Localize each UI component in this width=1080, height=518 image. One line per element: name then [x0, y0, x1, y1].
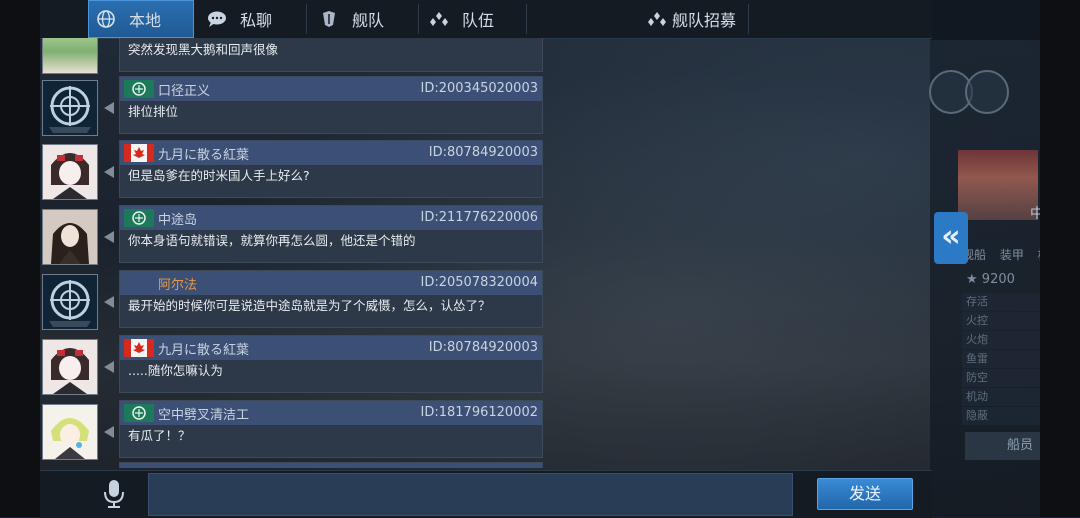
sender-name[interactable]: 空中劈叉清洁工 — [158, 404, 249, 423]
chat-message-list[interactable]: 突然发现黑大鹅和回声很像 口径正义 ID:200345020003 排位排位 九… — [40, 38, 545, 468]
bubble-pointer — [104, 296, 114, 308]
flag-icon — [124, 80, 154, 98]
stat-label: 隐蔽 — [966, 409, 988, 422]
message-header: 九月に散る紅葉 ID:80784920003 — [120, 336, 542, 360]
sender-id: ID:80784920003 — [428, 340, 538, 355]
flag-icon — [124, 339, 154, 357]
star-icon: ★ — [966, 272, 978, 287]
avatar[interactable] — [42, 80, 98, 136]
sender-name[interactable]: 九月に散る紅葉 — [158, 339, 249, 358]
sender-id: ID:205078320004 — [420, 275, 538, 290]
rating-value: 9200 — [981, 272, 1015, 287]
send-button[interactable]: 发送 — [817, 478, 913, 510]
sender-id: ID:200345020003 — [420, 81, 538, 96]
message-header: 阿尔法 ID:205078320004 — [120, 271, 542, 295]
sender-id: ID:211776220006 — [420, 210, 538, 225]
tab-fleet[interactable]: 舰队 — [318, 0, 418, 38]
message-bubble: 口径正义 ID:200345020003 排位排位 — [119, 76, 543, 134]
chat-message: 口径正义 ID:200345020003 排位排位 — [40, 76, 545, 136]
message-header: 口径正义 ID:200345020003 — [120, 77, 542, 101]
stat-label: 鱼雷 — [966, 352, 988, 365]
stat-label: 机动 — [966, 390, 988, 403]
message-text: 你本身语句就错误，就算你再怎么圆，他还是个错的 — [128, 233, 416, 248]
message-bubble: 空中劈叉清洁工 ID:181796120002 有瓜了！？ — [119, 400, 543, 458]
fleet-icon — [318, 8, 340, 30]
tab-label: 舰队招募 — [672, 11, 737, 30]
avatar[interactable] — [42, 38, 98, 74]
tab-fleet-recruit[interactable]: 舰队招募 — [646, 0, 766, 38]
message-header: 九月に散る紅葉 ID:80784920003 — [120, 141, 542, 165]
tab-private[interactable]: 私聊 — [206, 0, 306, 38]
left-edge — [0, 0, 40, 517]
tab-label: 舰队 — [352, 11, 385, 30]
team-icon — [428, 8, 450, 30]
ship-image — [958, 150, 1038, 220]
chat-message: 九月に散る紅葉 ID:80784920003 但是岛爹在的时米国人手上好么? — [40, 140, 545, 200]
right-edge — [1040, 0, 1080, 517]
chat-message: 九月に散る紅葉 ID:80784920003 .....随你怎嘛认为 — [40, 335, 545, 395]
tab-label: 私聊 — [240, 11, 273, 30]
avatar[interactable] — [42, 274, 98, 330]
chat-input-bar: 发送 — [40, 470, 932, 518]
bubble-pointer — [104, 426, 114, 438]
flag-icon — [124, 144, 154, 162]
bubble-pointer — [104, 231, 114, 243]
ship-tab[interactable]: 装甲 — [1000, 248, 1024, 262]
message-text: 突然发现黑大鹅和回声很像 — [128, 42, 279, 57]
tab-team[interactable]: 队伍 — [428, 0, 528, 38]
chat-message: 阿尔法 ID:205078320004 最开始的时候你可是说造中途岛就是为了个威… — [40, 270, 545, 330]
flag-icon — [124, 209, 154, 227]
stat-label: 存活 — [966, 295, 988, 308]
tab-label: 本地 — [129, 11, 162, 30]
message-text: .....随你怎嘛认为 — [128, 363, 223, 378]
sender-name[interactable]: 口径正义 — [158, 80, 210, 99]
stat-label: 火控 — [966, 314, 988, 327]
globe-icon — [95, 8, 117, 30]
avatar[interactable] — [42, 209, 98, 265]
chat-bubble-icon — [206, 8, 228, 30]
message-text: 但是岛爹在的时米国人手上好么? — [128, 168, 310, 183]
message-bubble: 中途岛 ID:211776220006 你本身语句就错误，就算你再怎么圆，他还是… — [119, 205, 543, 263]
chat-message: 空中劈叉清洁工 ID:181796120002 有瓜了！？ — [40, 400, 545, 460]
double-chevron-left-icon: « — [941, 219, 961, 254]
chat-message: 中途岛 ID:211776220006 你本身语句就错误，就算你再怎么圆，他还是… — [40, 205, 545, 265]
message-bubble: 阿尔法 ID:205078320004 最开始的时候你可是说造中途岛就是为了个威… — [119, 270, 543, 328]
sender-name[interactable]: 九月に散る紅葉 — [158, 144, 249, 163]
message-text: 最开始的时候你可是说造中途岛就是为了个威慑，怎么，认怂了？ — [128, 298, 491, 313]
chat-message: 突然发现黑大鹅和回声很像 — [40, 38, 545, 74]
rating: ★ 9200 — [966, 272, 1015, 287]
sender-name[interactable]: 阿尔法 — [158, 274, 197, 293]
flag-icon — [124, 404, 154, 422]
recruit-icon — [646, 8, 668, 30]
message-bubble: 突然发现黑大鹅和回声很像 — [119, 38, 543, 72]
chat-message — [40, 462, 545, 468]
message-header: 中途岛 ID:211776220006 — [120, 206, 542, 230]
chat-input[interactable] — [148, 473, 793, 516]
sender-id: ID:181796120002 — [420, 405, 538, 420]
tab-local[interactable]: 本地 — [88, 0, 194, 38]
circle-button-icon[interactable] — [965, 70, 1009, 114]
avatar[interactable] — [42, 339, 98, 395]
collapse-chat-button[interactable]: « — [934, 212, 968, 264]
stat-label: 防空 — [966, 371, 988, 384]
avatar[interactable] — [42, 404, 98, 460]
sender-name[interactable]: 中途岛 — [158, 209, 197, 228]
microphone-icon[interactable] — [102, 478, 126, 510]
message-text: 有瓜了！？ — [128, 428, 191, 443]
message-bubble — [119, 462, 543, 468]
tab-label: 队伍 — [462, 11, 495, 30]
message-bubble: 九月に散る紅葉 ID:80784920003 但是岛爹在的时米国人手上好么? — [119, 140, 543, 198]
sender-id: ID:80784920003 — [428, 145, 538, 160]
message-header — [120, 463, 542, 468]
panel-buttons — [929, 70, 1009, 120]
message-header: 空中劈叉清洁工 ID:181796120002 — [120, 401, 542, 425]
bubble-pointer — [104, 361, 114, 373]
bubble-pointer — [104, 102, 114, 114]
avatar[interactable] — [42, 144, 98, 200]
chat-tab-bar: 本地 私聊 舰队 队伍 舰队招募 — [40, 0, 932, 39]
message-text: 排位排位 — [128, 104, 179, 119]
message-bubble: 九月に散る紅葉 ID:80784920003 .....随你怎嘛认为 — [119, 335, 543, 393]
stat-label: 火炮 — [966, 333, 988, 346]
bubble-pointer — [104, 166, 114, 178]
